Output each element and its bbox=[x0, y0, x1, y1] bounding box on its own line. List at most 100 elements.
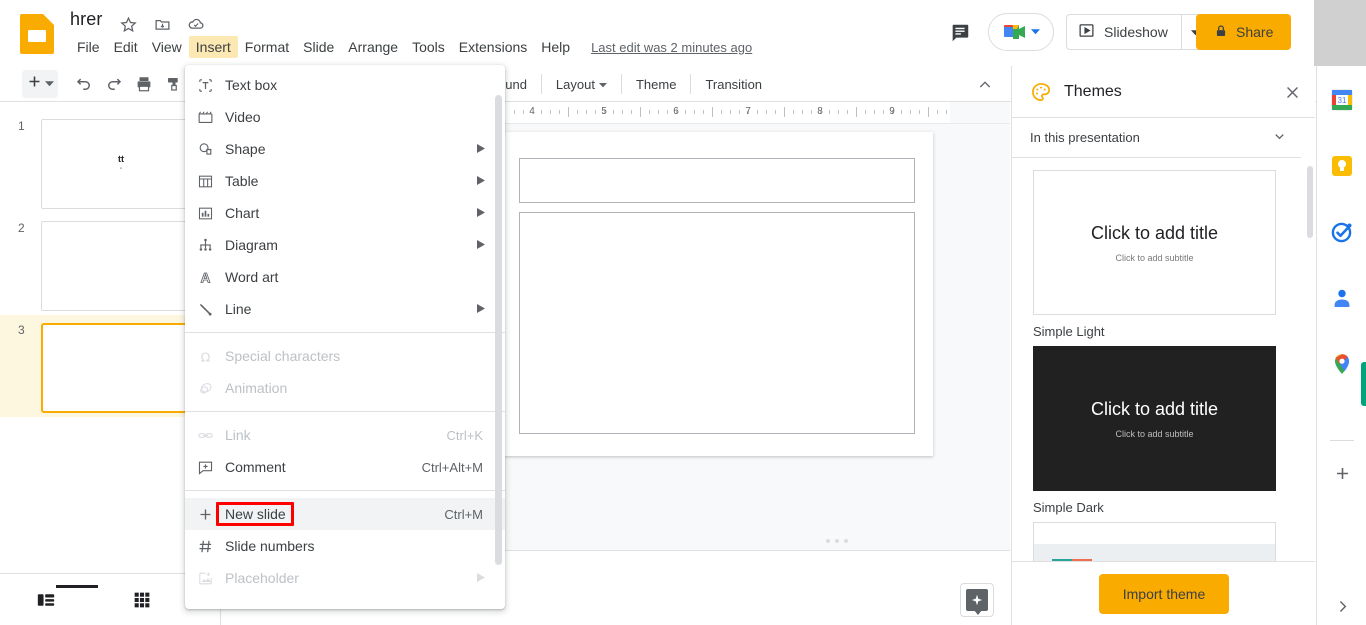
themes-panel-title: Themes bbox=[1064, 82, 1122, 100]
theme-title-text: Click to add title bbox=[1090, 399, 1219, 419]
document-title[interactable]: hrer bbox=[70, 9, 102, 30]
insert-menu-item-chart[interactable]: Chart bbox=[185, 197, 505, 229]
grid-view-button[interactable] bbox=[124, 586, 160, 614]
themes-list[interactable]: Click to add title Click to add subtitle… bbox=[1012, 159, 1301, 625]
collapse-toolbar-button[interactable] bbox=[974, 74, 996, 96]
drag-handle-icon[interactable] bbox=[826, 539, 848, 543]
insert-menu-item-diagram[interactable]: Diagram bbox=[185, 229, 505, 261]
undo-button[interactable] bbox=[70, 70, 98, 98]
menu-separator bbox=[185, 490, 505, 491]
close-icon[interactable] bbox=[1280, 80, 1304, 104]
slideshow-button[interactable]: Slideshow bbox=[1066, 14, 1210, 50]
omega-icon: Ω bbox=[185, 348, 225, 365]
google-tasks-icon[interactable] bbox=[1330, 220, 1354, 244]
theme-filter-dropdown[interactable]: In this presentation bbox=[1012, 118, 1301, 158]
theme-button[interactable]: Theme bbox=[628, 73, 684, 96]
insert-menu-item-table[interactable]: Table bbox=[185, 165, 505, 197]
svg-text:Ω: Ω bbox=[200, 350, 210, 365]
slide-preview bbox=[41, 323, 201, 413]
google-slides-logo-icon bbox=[20, 14, 54, 54]
current-slide-surface[interactable] bbox=[501, 132, 933, 456]
star-icon[interactable] bbox=[118, 14, 138, 34]
submenu-arrow-icon bbox=[477, 572, 485, 584]
google-meet-icon bbox=[1002, 21, 1028, 43]
layout-button[interactable]: Layout bbox=[548, 73, 615, 96]
menu-arrange[interactable]: Arrange bbox=[341, 36, 405, 58]
slide-title-text: tt bbox=[118, 154, 124, 164]
hash-icon bbox=[185, 538, 225, 555]
transition-button[interactable]: Transition bbox=[697, 73, 770, 96]
animation-icon bbox=[185, 380, 225, 397]
print-button[interactable] bbox=[130, 70, 158, 98]
menu-item-label: Placeholder bbox=[225, 570, 299, 586]
line-icon bbox=[185, 301, 225, 318]
insert-menu-item-line[interactable]: Line bbox=[185, 293, 505, 325]
insert-dropdown-menu[interactable]: Text box Video Shape Table Chart Diagram A Word… bbox=[185, 65, 505, 609]
ruler-tick bbox=[946, 110, 947, 114]
ruler-tick bbox=[838, 110, 839, 114]
ruler-tick bbox=[919, 110, 920, 114]
last-edit-status[interactable]: Last edit was 2 minutes ago bbox=[591, 40, 752, 55]
menu-edit[interactable]: Edit bbox=[107, 36, 145, 58]
menu-bar: File Edit View Insert Format Slide Arran… bbox=[70, 36, 752, 58]
play-icon bbox=[1078, 22, 1095, 42]
add-app-plus-icon[interactable] bbox=[1330, 461, 1354, 485]
menu-item-shortcut: Ctrl+M bbox=[444, 506, 483, 522]
move-to-folder-icon[interactable] bbox=[152, 14, 172, 34]
insert-menu-item-text-box[interactable]: Text box bbox=[185, 69, 505, 101]
insert-menu-item-special-characters: Ω Special characters bbox=[185, 340, 505, 372]
insert-menu-item-video[interactable]: Video bbox=[185, 101, 505, 133]
google-meet-button[interactable] bbox=[988, 13, 1054, 51]
diagram-icon bbox=[185, 237, 225, 254]
menu-slide[interactable]: Slide bbox=[296, 36, 341, 58]
menu-tools[interactable]: Tools bbox=[405, 36, 452, 58]
chevron-down-icon bbox=[598, 77, 607, 92]
menu-scrollbar[interactable] bbox=[495, 95, 502, 565]
menu-insert[interactable]: Insert bbox=[188, 36, 238, 58]
paint-format-button[interactable] bbox=[160, 70, 188, 98]
menu-extensions[interactable]: Extensions bbox=[452, 36, 534, 58]
avatar[interactable] bbox=[1314, 0, 1366, 66]
filmstrip-view-button[interactable] bbox=[28, 585, 98, 614]
google-maps-icon[interactable] bbox=[1330, 352, 1354, 376]
body-placeholder-box[interactable] bbox=[519, 212, 915, 434]
insert-menu-item-comment[interactable]: Comment Ctrl+Alt+M bbox=[185, 451, 505, 483]
themes-panel: Themes In this presentation Click to add… bbox=[1011, 66, 1315, 625]
ruler-tick bbox=[631, 110, 632, 114]
theme-title-text: Click to add title bbox=[1090, 223, 1219, 243]
insert-menu-item-word-art[interactable]: A Word art bbox=[185, 261, 505, 293]
menu-format[interactable]: Format bbox=[238, 36, 296, 58]
explore-button[interactable] bbox=[960, 583, 994, 617]
comment-history-icon[interactable] bbox=[944, 17, 976, 49]
rail-divider bbox=[1330, 440, 1354, 441]
new-slide-toolbar-button[interactable] bbox=[22, 70, 58, 98]
cloud-saved-icon[interactable] bbox=[186, 14, 206, 34]
themes-scrollbar[interactable] bbox=[1307, 166, 1313, 238]
google-contacts-icon[interactable] bbox=[1330, 286, 1354, 310]
theme-name: Simple Light bbox=[1033, 324, 1105, 339]
video-icon bbox=[185, 109, 225, 126]
insert-menu-item-new-slide[interactable]: New slide Ctrl+M bbox=[185, 498, 505, 530]
menu-item-label: Diagram bbox=[225, 237, 278, 253]
import-theme-button[interactable]: Import theme bbox=[1098, 573, 1230, 614]
google-keep-icon[interactable] bbox=[1330, 154, 1354, 178]
theme-card-simple-dark[interactable]: Click to add title Click to add subtitle… bbox=[1033, 346, 1276, 515]
google-calendar-icon[interactable]: 31 bbox=[1330, 88, 1354, 112]
title-placeholder-box[interactable] bbox=[519, 158, 915, 203]
ruler-tick bbox=[640, 107, 641, 117]
ruler-tick bbox=[793, 110, 794, 114]
placeholder-image-icon bbox=[185, 570, 225, 587]
menu-view[interactable]: View bbox=[145, 36, 189, 58]
menu-help[interactable]: Help bbox=[534, 36, 577, 58]
expand-rail-chevron-icon[interactable] bbox=[1330, 594, 1354, 618]
menu-file[interactable]: File bbox=[70, 36, 107, 58]
redo-button[interactable] bbox=[100, 70, 128, 98]
themes-panel-footer: Import theme bbox=[1012, 561, 1315, 625]
ruler-tick bbox=[667, 110, 668, 114]
insert-menu-item-slide-numbers[interactable]: Slide numbers bbox=[185, 530, 505, 562]
theme-card-simple-light[interactable]: Click to add title Click to add subtitle… bbox=[1033, 170, 1276, 339]
ruler-tick bbox=[703, 110, 704, 114]
theme-subtitle-text: Click to add subtitle bbox=[1115, 253, 1194, 263]
insert-menu-item-shape[interactable]: Shape bbox=[185, 133, 505, 165]
share-button[interactable]: Share bbox=[1196, 14, 1292, 50]
